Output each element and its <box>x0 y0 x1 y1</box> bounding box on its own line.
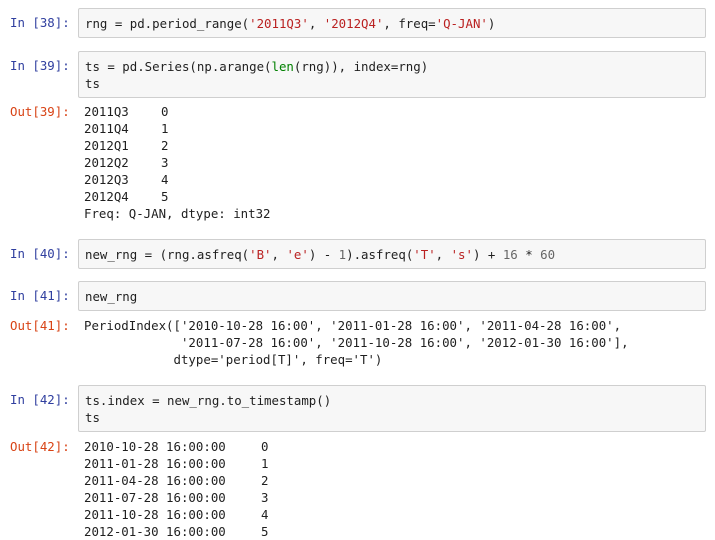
series-value: 2 <box>261 473 269 488</box>
code-line: new_rng = (rng.asfreq('B', 'e') - 1).asf… <box>85 247 556 262</box>
input-prompt: In [41]: <box>10 288 70 303</box>
series-index: 2011-04-28 16:00:00 <box>84 473 226 488</box>
input-prompt: In [38]: <box>10 15 70 30</box>
series-index: 2012Q1 <box>84 138 129 153</box>
series-footer: Freq: Q-JAN, dtype: int32 <box>84 206 271 221</box>
code-input[interactable]: new_rng = (rng.asfreq('B', 'e') - 1).asf… <box>78 239 706 269</box>
series-index: 2011-07-28 16:00:00 <box>84 490 226 505</box>
code-line: ts = pd.Series(np.arange(len(rng)), inde… <box>85 59 429 74</box>
code-line: ts <box>85 76 100 91</box>
series-row: 2011-01-28 16:00:00 1 <box>84 455 704 472</box>
code-line: ts.index = new_rng.to_timestamp() <box>85 393 332 408</box>
series-index: 2012Q2 <box>84 155 129 170</box>
series-index: 2012Q3 <box>84 172 129 187</box>
code-input[interactable]: rng = pd.period_range('2011Q3', '2012Q4'… <box>78 8 706 38</box>
code-line: ts <box>85 410 100 425</box>
series-row: 2011Q4 1 <box>84 120 704 137</box>
output-line: '2011-07-28 16:00', '2011-10-28 16:00', … <box>84 335 629 350</box>
series-index: 2011-10-28 16:00:00 <box>84 507 226 522</box>
series-row: 2012Q1 2 <box>84 137 704 154</box>
code-input[interactable]: ts.index = new_rng.to_timestamp() ts <box>78 385 706 432</box>
series-row: 2011-04-28 16:00:00 2 <box>84 472 704 489</box>
series-row: 2011-07-28 16:00:00 3 <box>84 489 704 506</box>
code-input[interactable]: new_rng <box>78 281 706 311</box>
series-value: 1 <box>261 456 269 471</box>
series-value: 1 <box>161 121 169 136</box>
output-prompt: Out[39]: <box>10 104 70 119</box>
series-row: 2012Q4 5 <box>84 188 704 205</box>
output-prompt: Out[41]: <box>10 318 70 333</box>
series-output: 2010-10-28 16:00:00 0 2011-01-28 16:00:00… <box>84 438 704 540</box>
series-row: 2012-01-30 16:00:00 5 <box>84 523 704 540</box>
input-prompt: In [42]: <box>10 392 70 407</box>
series-value: 0 <box>161 104 169 119</box>
series-value: 4 <box>161 172 169 187</box>
series-row: 2011-10-28 16:00:00 4 <box>84 506 704 523</box>
series-value: 4 <box>261 507 269 522</box>
input-prompt: In [40]: <box>10 246 70 261</box>
series-value: 5 <box>261 524 269 539</box>
output-line: PeriodIndex(['2010-10-28 16:00', '2011-0… <box>84 318 622 333</box>
output-line: dtype='period[T]', freq='T') <box>84 352 383 367</box>
period-index-output: PeriodIndex(['2010-10-28 16:00', '2011-0… <box>84 317 704 368</box>
series-row: 2010-10-28 16:00:00 0 <box>84 438 704 455</box>
series-value: 3 <box>161 155 169 170</box>
series-value: 2 <box>161 138 169 153</box>
input-prompt: In [39]: <box>10 58 70 73</box>
series-value: 0 <box>261 439 269 454</box>
series-row: 2011Q3 0 <box>84 103 704 120</box>
series-index: 2010-10-28 16:00:00 <box>84 439 226 454</box>
series-output: 2011Q3 0 2011Q4 1 2012Q1 2 2012Q2 3 2012Q3 4 … <box>84 103 704 222</box>
code-line: new_rng <box>85 289 138 304</box>
series-index: 2012-01-30 16:00:00 <box>84 524 226 539</box>
series-index: 2011-01-28 16:00:00 <box>84 456 226 471</box>
code-input[interactable]: ts = pd.Series(np.arange(len(rng)), inde… <box>78 51 706 98</box>
series-index: 2011Q3 <box>84 104 129 119</box>
series-value: 5 <box>161 189 169 204</box>
series-value: 3 <box>261 490 269 505</box>
series-index: 2012Q4 <box>84 189 129 204</box>
series-row: 2012Q3 4 <box>84 171 704 188</box>
series-index: 2011Q4 <box>84 121 129 136</box>
series-row: 2012Q2 3 <box>84 154 704 171</box>
output-prompt: Out[42]: <box>10 439 70 454</box>
code-line: rng = pd.period_range('2011Q3', '2012Q4'… <box>85 16 496 31</box>
